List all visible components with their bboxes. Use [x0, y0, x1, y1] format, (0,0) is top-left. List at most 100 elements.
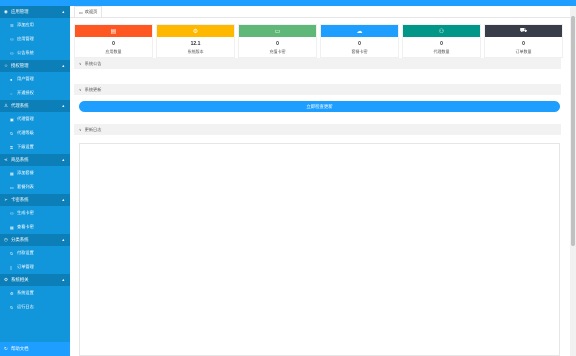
sidebar-item-notice-system[interactable]: ⚇ 公告系统: [0, 46, 70, 60]
sidebar-item-system-settings[interactable]: ⚙ 系统设置: [0, 286, 70, 300]
sidebar-item-generate-cardkey[interactable]: ⚇ 生成卡密: [0, 206, 70, 220]
sidebar-group-label: 代理系统: [11, 103, 29, 108]
sidebar-group-label: 授权管理: [11, 63, 29, 68]
cart-icon: ⛟: [519, 28, 528, 34]
tab-label: 欢迎页: [84, 9, 98, 14]
gear-icon: ⚙: [192, 28, 199, 35]
sidebar-group-goods[interactable]: ⋖ 商品系统 ▲: [0, 154, 70, 166]
page-scrollbar[interactable]: [570, 6, 576, 356]
sidebar-item-sub-settings[interactable]: ⚿ 下级设置: [0, 140, 70, 154]
card-icon: ▭: [10, 184, 14, 190]
clock-icon: ◷: [4, 237, 8, 242]
stat-label: 系统版本: [187, 49, 204, 54]
users-icon: ⚇: [10, 210, 14, 216]
scrollbar-thumb[interactable]: [571, 16, 575, 246]
id-card-icon: ▣: [10, 116, 14, 122]
sidebar-item-label: 套餐列表: [17, 184, 34, 189]
stat-card-band: ▭: [239, 25, 316, 37]
stat-value: 0: [276, 41, 279, 47]
stat-card-agents: ⚇ 0 代理数量: [402, 24, 481, 58]
sidebar-group-category[interactable]: ◷ 分类系统 ▲: [0, 234, 70, 246]
sidebar-item-view-cardkey[interactable]: ▦ 查看卡密: [0, 220, 70, 234]
sidebar-group-agent[interactable]: ♙ 代理系统 ▲: [0, 100, 70, 112]
caret-up-icon: ▲: [61, 158, 65, 162]
sidebar-item-help-docs[interactable]: ↻ 帮助文档: [0, 342, 70, 356]
share-icon: ⋖: [4, 157, 8, 162]
caret-up-icon: ▲: [61, 10, 65, 14]
sidebar-item-label: 应用管理: [17, 36, 34, 41]
stat-cards: ▤ 0 应用数量 ⚙ 12.1 系统版本 ▭ 0 充值卡密 ☁ 0 套餐卡密 ⚇…: [74, 24, 563, 58]
sidebar-item-label: 生成卡密: [17, 210, 34, 215]
panel-title: 系统公告: [84, 60, 102, 66]
sidebar-item-label: 代理等级: [17, 130, 34, 135]
caret-up-icon: ▲: [61, 104, 65, 108]
sidebar-item-label: 下级设置: [17, 144, 34, 149]
stat-value: 0: [358, 41, 361, 47]
sidebar-item-agent-manage[interactable]: ▣ 代理管理: [0, 112, 70, 126]
sidebar: ◉ 应用管理 ▲ ☰ 添加应用 ⚇ 应用管理 ⚇ 公告系统 ☆ 授权管理 ▲ ● 用户管理 ◌ 开…: [0, 6, 70, 356]
panel-notice-header[interactable]: ∨ 系统公告: [74, 58, 561, 69]
stat-card-band: ⚇: [403, 25, 480, 37]
stat-value: 0: [112, 41, 115, 47]
check-update-button[interactable]: 立即检查更新: [79, 101, 560, 112]
grid-icon: ▦: [10, 170, 14, 176]
circle-icon: ◌: [10, 90, 13, 96]
sidebar-item-add-app[interactable]: ☰ 添加应用: [0, 18, 70, 32]
stat-label: 套餐卡密: [351, 49, 368, 54]
user-icon: ●: [10, 76, 13, 82]
refresh-icon: ↻: [10, 304, 14, 310]
sidebar-group-label: 分类系统: [11, 237, 29, 242]
sidebar-item-label: 订单管理: [17, 264, 34, 269]
refresh-icon: ↻: [10, 130, 14, 136]
sidebar-group-auth[interactable]: ☆ 授权管理 ▲: [0, 60, 70, 72]
sidebar-group-app[interactable]: ◉ 应用管理 ▲: [0, 6, 70, 18]
sidebar-group-label: 卡密系统: [11, 197, 29, 202]
sidebar-group-cardkey[interactable]: ➢ 卡密系统 ▲: [0, 194, 70, 206]
sidebar-item-agent-level[interactable]: ↻ 代理等级: [0, 126, 70, 140]
refresh-icon: ↻: [4, 346, 8, 351]
lock-icon: ⚿: [10, 144, 14, 150]
stat-card-version: ⚙ 12.1 系统版本: [156, 24, 235, 58]
sidebar-item-user-manage[interactable]: ● 用户管理: [0, 72, 70, 86]
users-icon: ⚇: [10, 36, 14, 42]
sidebar-item-package-list[interactable]: ▭ 套餐列表: [0, 180, 70, 194]
stat-label: 订单数量: [515, 49, 532, 54]
stat-card-recharge: ▭ 0 充值卡密: [238, 24, 317, 58]
sidebar-item-add-package[interactable]: ▦ 添加套餐: [0, 166, 70, 180]
gear-icon: ⚙: [10, 290, 14, 296]
sidebar-group-label: 应用管理: [11, 9, 29, 14]
panel-title: 更新日志: [84, 126, 102, 132]
window-icon: ▭: [79, 9, 83, 15]
main-content: ▭ 欢迎页 ▤ 0 应用数量 ⚙ 12.1 系统版本 ▭ 0 充值卡密 ☁ 0 套…: [70, 6, 570, 356]
stat-card-package: ☁ 0 套餐卡密: [320, 24, 399, 58]
document-icon: ▯: [10, 264, 13, 270]
users-icon: ⚇: [438, 28, 445, 35]
gear-icon: ⚙: [4, 277, 8, 282]
sidebar-item-payment-settings[interactable]: ↻ 付款设置: [0, 246, 70, 260]
chevron-down-icon: ∨: [79, 87, 82, 92]
stat-label: 代理数量: [433, 49, 450, 54]
sidebar-group-system[interactable]: ⚙ 系统相关 ▲: [0, 274, 70, 286]
stat-card-band: ⛟: [485, 25, 562, 37]
panel-changelog-header[interactable]: ∨ 更新日志: [74, 124, 561, 135]
sidebar-item-app-manage[interactable]: ⚇ 应用管理: [0, 32, 70, 46]
chevron-down-icon: ∨: [79, 127, 82, 132]
tab-welcome[interactable]: ▭ 欢迎页: [74, 6, 103, 17]
stat-label: 应用数量: [105, 49, 122, 54]
panel-title: 系统更新: [84, 86, 102, 92]
sidebar-item-label: 帮助文档: [11, 346, 29, 351]
stat-card-apps: ▤ 0 应用数量: [74, 24, 153, 58]
star-icon: ☆: [4, 63, 8, 68]
caret-up-icon: ▲: [61, 64, 65, 68]
stat-label: 充值卡密: [269, 49, 286, 54]
refresh-icon: ↻: [10, 250, 14, 256]
sidebar-item-run-log[interactable]: ↻ 运行日志: [0, 300, 70, 314]
sidebar-item-grant-auth[interactable]: ◌ 开通授权: [0, 86, 70, 100]
panel-update-header[interactable]: ∨ 系统更新: [74, 84, 561, 95]
sidebar-item-label: 添加应用: [17, 22, 34, 27]
stat-value: 12.1: [190, 41, 201, 47]
chevron-down-icon: ∨: [79, 61, 82, 66]
sidebar-item-order-manage[interactable]: ▯ 订单管理: [0, 260, 70, 274]
stat-card-band: ☁: [321, 25, 398, 37]
tab-bar: ▭ 欢迎页: [70, 6, 570, 18]
